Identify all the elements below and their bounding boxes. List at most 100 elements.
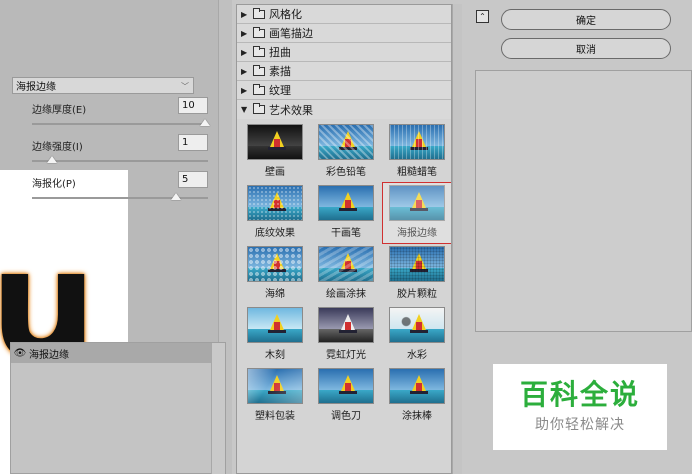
filter-thumbnail-label: 胶片颗粒 (397, 289, 437, 300)
filter-preview-image (318, 368, 374, 404)
collapsed-arrow-icon: ▶ (241, 66, 248, 76)
effect-layer-name: 海报边缘 (29, 349, 69, 361)
filter-thumbnail-label: 塑料包装 (255, 411, 295, 422)
filter-select[interactable]: 海报边缘 ﹀ (12, 77, 194, 94)
filter-thumbnail[interactable]: 涂抹棒 (382, 365, 451, 426)
filter-preview-image (389, 246, 445, 282)
parameter-label: 边缘强度(I) (32, 142, 83, 153)
filter-thumbnail-label: 彩色铅笔 (326, 167, 366, 178)
gallery-scrollbar[interactable] (452, 4, 462, 474)
filter-thumbnail[interactable]: 彩色铅笔 (311, 121, 381, 182)
filter-select-value: 海报边缘 (16, 82, 56, 93)
collapsed-arrow-icon: ▶ (241, 47, 248, 57)
filter-preview-image (389, 124, 445, 160)
filter-thumbnail[interactable]: 海报边缘 (382, 182, 451, 244)
folder-label: 纹理 (269, 84, 291, 97)
filter-thumbnail-label: 木刻 (265, 350, 285, 361)
filter-thumbnail[interactable]: 霓虹灯光 (311, 304, 381, 365)
filter-preview-image (389, 185, 445, 221)
filter-thumbnail[interactable]: 底纹效果 (240, 182, 310, 243)
slider-handle[interactable] (47, 156, 57, 163)
filter-thumbnail[interactable]: 绘画涂抹 (311, 243, 381, 304)
folder-artistic[interactable]: ▼ 艺术效果 (237, 100, 451, 119)
folder-item[interactable]: ▶ 扭曲 (237, 43, 451, 62)
filter-preview-image (389, 307, 445, 343)
filter-thumbnail-label: 干画笔 (331, 228, 361, 239)
parameter-slider-track[interactable] (32, 197, 208, 199)
filter-preview-image (247, 368, 303, 404)
folder-label: 素描 (269, 65, 291, 78)
parameter-value-input[interactable]: 10 (178, 97, 208, 114)
folder-label: 风格化 (269, 8, 302, 21)
watermark-subtitle: 助你轻松解决 (535, 417, 625, 434)
folder-label: 扭曲 (269, 46, 291, 59)
collapsed-arrow-icon: ▶ (241, 9, 248, 19)
filter-thumbnail-label: 粗糙蜡笔 (397, 167, 437, 178)
filter-gallery: ▶ 风格化 ▶ 画笔描边 ▶ 扭曲 ▶ 素描 ▶ 纹理 ▼ 艺术效果壁画 彩色铅笔 粗糙蜡笔底纹效果 干画笔… (236, 4, 452, 474)
filter-thumbnail[interactable]: 水彩 (382, 304, 451, 365)
filter-thumbnail-label: 海报边缘 (397, 228, 437, 239)
filter-preview-image (318, 185, 374, 221)
folder-icon (253, 45, 265, 57)
parameter-label: 海报化(P) (32, 179, 76, 190)
parameter-label: 边缘厚度(E) (32, 105, 87, 116)
chevron-down-icon: ﹀ (181, 82, 189, 91)
filter-thumbnail[interactable]: 海绵 (240, 243, 310, 304)
filter-parameter: 边缘厚度(E) 10 (32, 97, 210, 137)
folder-item[interactable]: ▶ 纹理 (237, 81, 451, 100)
filter-preview-image (389, 368, 445, 404)
folder-icon (253, 64, 265, 76)
folder-item[interactable]: ▶ 画笔描边 (237, 24, 451, 43)
cancel-button[interactable]: 取消 (501, 38, 671, 59)
filter-thumbnail[interactable]: 壁画 (240, 121, 310, 182)
filter-preview-image (318, 307, 374, 343)
filter-parameter: 海报化(P) 5 (32, 171, 208, 211)
filter-thumbnail-label: 霓虹灯光 (326, 350, 366, 361)
collapse-gallery-icon[interactable]: ⌃ (476, 10, 489, 23)
filter-thumbnail-label: 壁画 (265, 167, 285, 178)
parameter-value-input[interactable]: 1 (178, 134, 208, 151)
filter-preview-image (247, 246, 303, 282)
filter-thumbnail[interactable]: 胶片颗粒 (382, 243, 451, 304)
filter-thumbnail-label: 水彩 (407, 350, 427, 361)
effect-layers-panel: 👁 海报边缘 (10, 342, 226, 474)
filter-thumbnail[interactable]: 粗糙蜡笔 (382, 121, 451, 182)
folder-label: 艺术效果 (269, 103, 313, 117)
filter-preview-image (318, 124, 374, 160)
filter-thumbnail-label: 底纹效果 (255, 228, 295, 239)
filter-thumbnail[interactable]: 木刻 (240, 304, 310, 365)
collapsed-arrow-icon: ▶ (241, 85, 248, 95)
filter-thumbnail[interactable]: 调色刀 (311, 365, 381, 426)
collapsed-arrow-icon: ▶ (241, 28, 248, 38)
filter-thumbnail-label: 调色刀 (331, 411, 361, 422)
expanded-arrow-icon: ▼ (241, 105, 248, 114)
filter-thumbnail-label: 涂抹棒 (402, 411, 432, 422)
parameter-value-input[interactable]: 5 (178, 171, 208, 188)
folder-icon (253, 83, 265, 95)
filter-preview-image (318, 246, 374, 282)
filter-thumbnail[interactable]: 塑料包装 (240, 365, 310, 426)
parameter-slider-track[interactable] (32, 123, 208, 125)
slider-handle[interactable] (200, 119, 210, 126)
filter-settings-panel (475, 70, 692, 332)
ok-button[interactable]: 确定 (501, 9, 671, 30)
filter-thumbnail-grid: 壁画 彩色铅笔 粗糙蜡笔底纹效果 干画笔 海报边缘海绵 绘画涂抹 胶片颗粒木刻 霓虹灯光 水彩塑… (237, 119, 451, 426)
filter-preview-image (247, 307, 303, 343)
filter-parameter: 边缘强度(I) 1 (32, 134, 208, 174)
parameter-slider-track[interactable] (32, 160, 208, 162)
effect-layer-row[interactable]: 👁 海报边缘 (11, 343, 211, 363)
layers-scrollbar[interactable] (211, 343, 225, 474)
watermark-title: 百科全说 (519, 377, 640, 411)
folder-label: 画笔描边 (269, 27, 313, 40)
folder-item[interactable]: ▶ 风格化 (237, 5, 451, 24)
slider-handle[interactable] (171, 193, 181, 200)
folder-icon (253, 103, 265, 114)
filter-preview-image (247, 124, 303, 160)
folder-item[interactable]: ▶ 素描 (237, 62, 451, 81)
filter-thumbnail-label: 海绵 (265, 289, 285, 300)
filter-thumbnail[interactable]: 干画笔 (311, 182, 381, 243)
filter-thumbnail-label: 绘画涂抹 (326, 289, 366, 300)
eye-icon[interactable]: 👁 (11, 348, 29, 359)
folder-icon (253, 7, 265, 19)
folder-icon (253, 26, 265, 38)
